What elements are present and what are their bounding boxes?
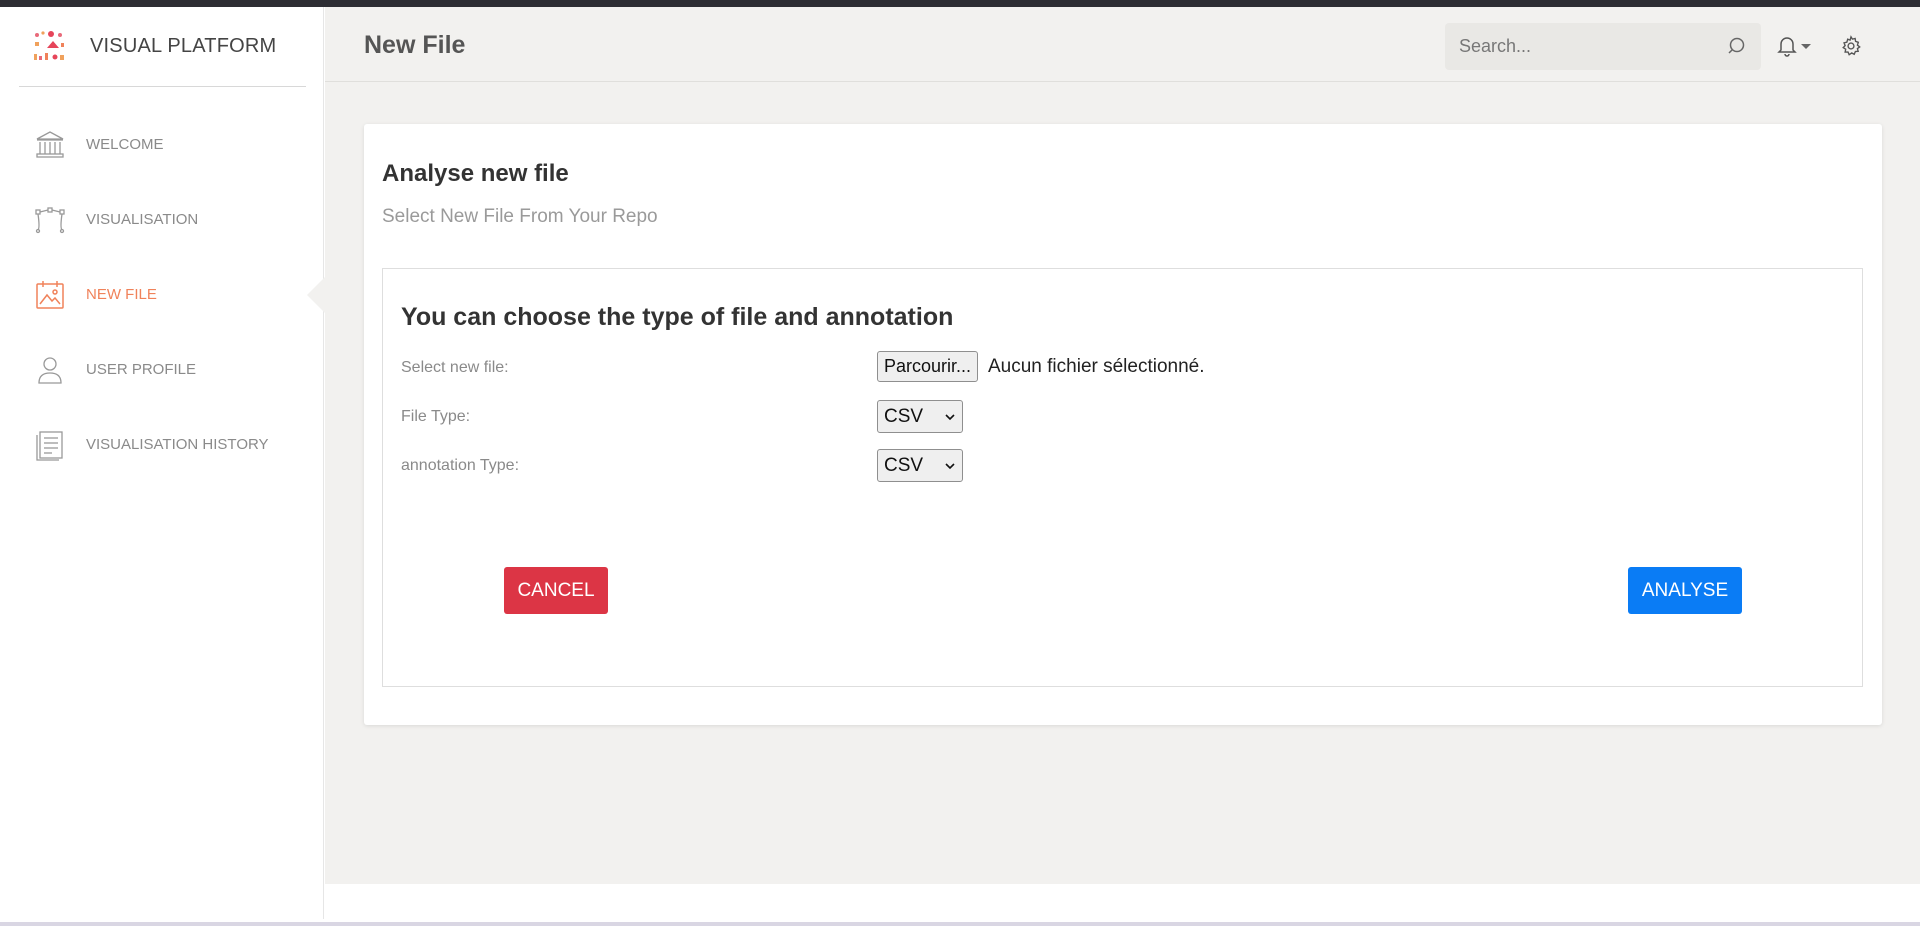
search-input[interactable]: [1445, 36, 1715, 57]
sidebar-item-new-file[interactable]: NEW FILE: [0, 257, 325, 332]
file-select-row: Select new file: Parcourir... Aucun fich…: [401, 351, 1841, 383]
bank-icon: [33, 128, 67, 162]
window-top-bar: [0, 0, 1920, 7]
sidebar-item-welcome[interactable]: WELCOME: [0, 107, 324, 182]
top-bar: New File: [325, 7, 1920, 82]
document-icon: [33, 428, 67, 462]
sidebar-item-visualisation[interactable]: VISUALISATION: [0, 182, 324, 257]
analyse-button[interactable]: ANALYSE: [1628, 567, 1742, 614]
search-box: [1445, 23, 1761, 70]
file-label: Select new file:: [401, 359, 509, 376]
bell-icon: [1777, 37, 1797, 57]
main-content: New File Analyse new file Select New Fil…: [325, 7, 1920, 884]
brand-logo-icon: [34, 30, 64, 60]
annotation-type-value: CSV: [884, 454, 924, 476]
calendar-image-icon: [33, 278, 67, 312]
annotation-type-select[interactable]: CSV: [877, 449, 963, 482]
annotation-type-label: annotation Type:: [401, 457, 520, 474]
card-subtitle: Select New File From Your Repo: [382, 206, 658, 227]
notifications-button[interactable]: [1777, 33, 1817, 59]
sidebar-item-label: VISUALISATION HISTORY: [86, 436, 269, 453]
file-type-label: File Type:: [401, 408, 471, 425]
bezier-icon: [33, 203, 67, 237]
file-status: Aucun fichier sélectionné.: [988, 356, 1205, 377]
page-title: New File: [364, 31, 466, 59]
file-type-select[interactable]: CSV: [877, 400, 963, 433]
sidebar-item-label: WELCOME: [86, 136, 164, 153]
chevron-down-icon: [945, 463, 955, 470]
sidebar-item-visualisation-history[interactable]: VISUALISATION HISTORY: [0, 407, 324, 482]
user-icon: [33, 353, 67, 387]
footer-strip: [325, 884, 1920, 926]
brand[interactable]: VISUAL PLATFORM: [19, 7, 306, 87]
window-bottom-bar: [0, 922, 1920, 926]
card-title: Analyse new file: [382, 160, 569, 187]
sidebar: VISUAL PLATFORM WELCOME VISUALISATION NE…: [0, 7, 325, 919]
sidebar-nav: WELCOME VISUALISATION NEW FILE USER PROF…: [0, 107, 325, 482]
search-icon[interactable]: [1727, 36, 1747, 56]
analyse-card: Analyse new file Select New File From Yo…: [364, 124, 1882, 725]
sidebar-item-user-profile[interactable]: USER PROFILE: [0, 332, 324, 407]
file-type-row: File Type: CSV: [401, 400, 1841, 433]
sidebar-item-label: USER PROFILE: [86, 361, 197, 378]
browse-file-button[interactable]: Parcourir...: [877, 351, 979, 382]
form-heading: You can choose the type of file and anno…: [401, 303, 954, 331]
annotation-type-row: annotation Type: CSV: [401, 449, 1841, 482]
sidebar-item-label: NEW FILE: [86, 286, 157, 303]
cancel-button[interactable]: CANCEL: [504, 567, 608, 614]
sidebar-item-label: VISUALISATION: [86, 211, 199, 228]
brand-name: VISUAL PLATFORM: [90, 35, 277, 57]
chevron-down-icon: [1801, 43, 1811, 49]
chevron-down-icon: [945, 414, 955, 421]
active-indicator: [307, 276, 325, 313]
gear-icon[interactable]: [1840, 35, 1862, 57]
file-type-value: CSV: [884, 405, 924, 427]
file-form: You can choose the type of file and anno…: [382, 268, 1863, 687]
